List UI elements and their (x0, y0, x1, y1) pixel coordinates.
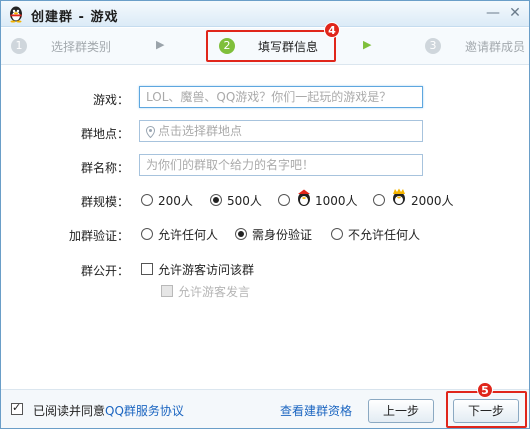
location-placeholder: 点击选择群地点 (158, 124, 243, 138)
verify-none-label[interactable]: 不允许任何人 (348, 226, 420, 243)
public-label: 群公开： (80, 264, 129, 278)
penguin-red-icon (298, 189, 310, 206)
annotation-badge-5: 5 (477, 382, 493, 398)
size-label: 群规模： (80, 195, 129, 209)
step-arrow-active-icon: ▶ (363, 38, 372, 51)
name-label: 群名称： (80, 161, 129, 175)
create-group-window: 创建群 - 游戏 — ✕ 1 选择群类别 ▶ 2 填写群信息 ▶ 3 邀请群成员… (0, 0, 530, 429)
qualification-link[interactable]: 查看建群资格 (280, 402, 352, 419)
guest-post-checkbox (161, 285, 173, 297)
verify-label: 加群验证： (69, 229, 130, 243)
location-label: 群地点： (80, 127, 129, 141)
guest-visit-checkbox[interactable] (141, 263, 153, 275)
agree-checkbox[interactable] (11, 401, 23, 415)
verify-identity-radio[interactable] (235, 228, 247, 240)
minimize-button[interactable]: — (485, 5, 501, 21)
size-200-label[interactable]: 200人 (158, 192, 193, 209)
size-200-radio[interactable] (141, 194, 153, 206)
size-2000-label[interactable]: 2000人 (411, 192, 454, 209)
step-arrow-icon: ▶ (156, 38, 165, 51)
close-button[interactable]: ✕ (507, 5, 523, 21)
location-pin-icon (146, 125, 155, 138)
prev-step-button[interactable]: 上一步 (368, 399, 434, 423)
annotation-badge-4: 4 (324, 22, 340, 38)
group-name-input[interactable]: 为你们的群取个给力的名字吧！ (139, 154, 423, 176)
game-input[interactable]: LOL、魔兽、QQ游戏？你们一起玩的游戏是？ (139, 86, 423, 108)
penguin-gold-icon (393, 188, 405, 205)
agree-label: 已阅读并同意 (33, 404, 106, 418)
annotation-highlight-step (206, 30, 336, 62)
step-1-label: 选择群类别 (51, 40, 112, 54)
location-input[interactable]: 点击选择群地点 (139, 120, 423, 142)
step-3-label: 邀请群成员 (465, 40, 526, 54)
size-500-radio[interactable] (210, 194, 222, 206)
agree-text: 已阅读并同意QQ群服务协议 (33, 402, 184, 419)
window-title: 创建群 - 游戏 (31, 10, 119, 25)
size-500-label[interactable]: 500人 (227, 192, 262, 209)
guest-visit-label[interactable]: 允许游客访问该群 (158, 261, 254, 278)
verify-anyone-radio[interactable] (141, 228, 153, 240)
verify-identity-label[interactable]: 需身份验证 (252, 226, 312, 243)
size-2000-radio[interactable] (373, 194, 385, 206)
verify-anyone-label[interactable]: 允许任何人 (158, 226, 218, 243)
step-3-number: 3 (425, 38, 441, 54)
size-1000-radio[interactable] (278, 194, 290, 206)
qq-penguin-icon (10, 6, 22, 23)
size-1000-label[interactable]: 1000人 (315, 192, 358, 209)
title-bar: 创建群 - 游戏 — ✕ (1, 1, 529, 27)
game-label: 游戏： (92, 93, 129, 107)
verify-none-radio[interactable] (331, 228, 343, 240)
step-1-number: 1 (11, 38, 27, 54)
guest-post-label: 允许游客发言 (178, 285, 251, 299)
agreement-link[interactable]: QQ群服务协议 (105, 404, 184, 418)
